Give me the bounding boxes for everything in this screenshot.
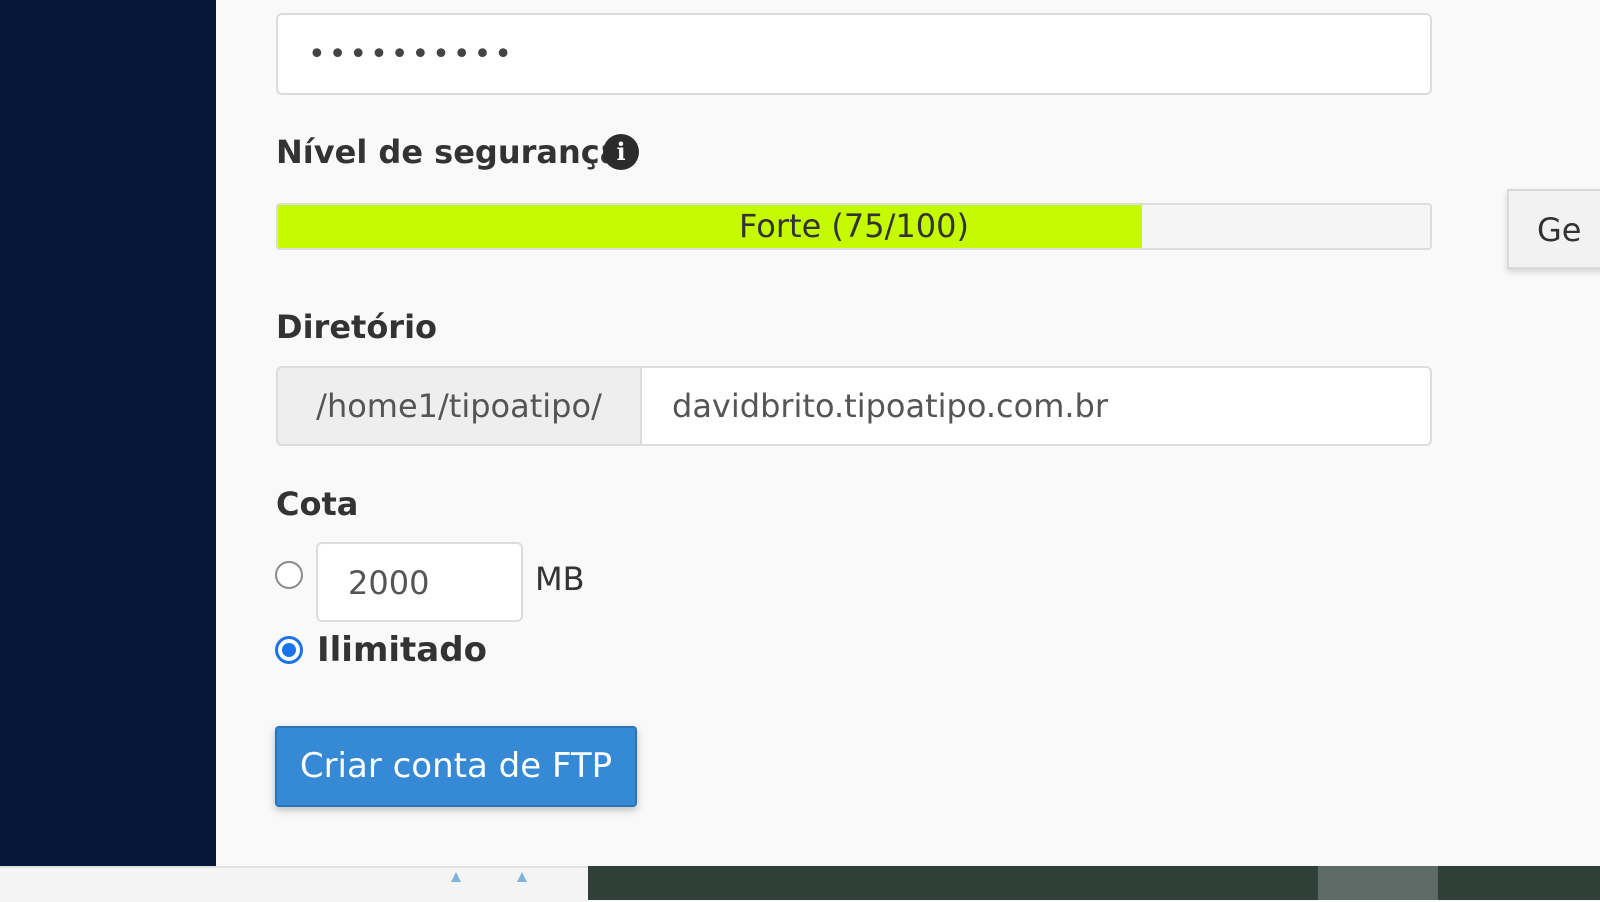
password-generator-button[interactable]: Ge: [1507, 189, 1600, 269]
info-icon[interactable]: i: [603, 134, 639, 170]
create-ftp-account-button[interactable]: Criar conta de FTP: [275, 726, 637, 807]
footer-bar: [0, 866, 588, 902]
password-field[interactable]: ••••••••••: [276, 13, 1432, 95]
directory-input-group: /home1/tipoatipo/ davidbrito.tipoatipo.c…: [276, 366, 1432, 446]
footer-logo-mark: [517, 872, 527, 882]
directory-label: Diretório: [276, 308, 438, 346]
quota-input[interactable]: 2000: [316, 542, 523, 622]
quota-unlimited-radio[interactable]: [275, 636, 303, 664]
strength-text: Forte (75/100): [739, 207, 969, 245]
quota-label: Cota: [276, 485, 359, 523]
directory-prefix: /home1/tipoatipo/: [276, 366, 642, 446]
footer-logo-mark: [451, 872, 461, 882]
unlimited-label[interactable]: Ilimitado: [317, 630, 487, 670]
security-level-label: Nível de segurança: [276, 133, 622, 171]
quota-unit-label: MB: [535, 560, 585, 598]
sidebar: [0, 0, 216, 866]
password-strength-meter: Forte (75/100): [276, 203, 1432, 250]
quota-limited-radio[interactable]: [275, 561, 303, 589]
directory-input[interactable]: davidbrito.tipoatipo.com.br: [642, 366, 1432, 446]
footer-thumbnail: [1318, 866, 1438, 900]
footer-panel: [588, 866, 1600, 900]
radio-selected-dot: [282, 643, 296, 657]
